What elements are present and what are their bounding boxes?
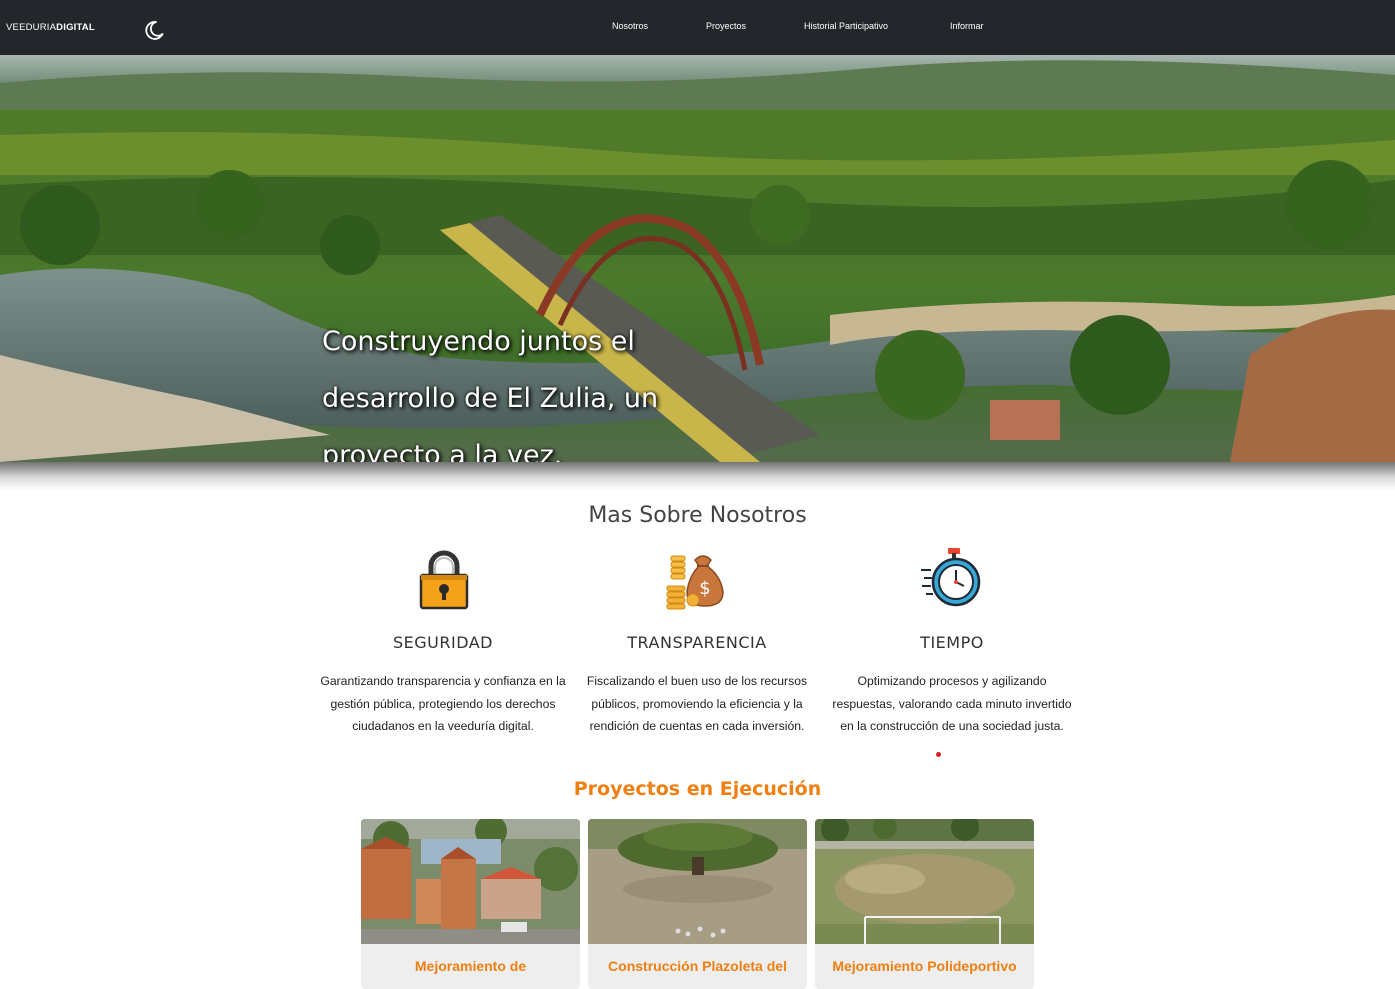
brand-text-light: VEEDURIA [6, 22, 57, 33]
project-card-1[interactable]: Mejoramiento de [361, 819, 580, 989]
top-navbar: VEEDURIADIGITAL Nosotros Proyectos Histo… [0, 0, 1395, 55]
moon-icon[interactable] [143, 19, 165, 41]
nav-link-informar[interactable]: Informar [950, 21, 984, 31]
feature-text: Garantizando transparencia y confianza e… [320, 674, 566, 733]
brand-logo[interactable]: VEEDURIADIGITAL [6, 22, 95, 33]
project-card-title: Mejoramiento Polideportivo [832, 958, 1017, 974]
project-image-plaza [588, 819, 807, 944]
svg-text:$: $ [699, 578, 710, 599]
feature-title: TIEMPO [920, 633, 984, 652]
project-card-title: Construcción Plazoleta del [608, 958, 787, 974]
padlock-icon [411, 546, 477, 612]
nav-link-historial-participativo[interactable]: Historial Participativo [804, 21, 888, 31]
feature-title: TRANSPARENCIA [627, 633, 767, 652]
project-image-church [361, 819, 580, 944]
stopwatch-icon [920, 546, 986, 612]
projects-section-title: Proyectos en Ejecución [573, 778, 822, 800]
hero-title: Construyendo juntos el desarrollo de El … [322, 326, 659, 462]
project-card-title: Mejoramiento de [414, 958, 527, 974]
feature-text: Fiscalizando el buen uso de los recursos… [586, 674, 808, 733]
hero-bottom-shadow [0, 462, 1395, 490]
project-card-2[interactable]: Construcción Plazoleta del [588, 819, 807, 989]
project-image-sports-field [815, 819, 1034, 944]
hero-banner: Construyendo juntos el desarrollo de El … [0, 55, 1395, 462]
carousel-indicator-dot[interactable] [936, 752, 941, 757]
about-section-title: Mas Sobre Nosotros [588, 503, 807, 528]
nav-link-proyectos[interactable]: Proyectos [706, 21, 746, 31]
feature-title: SEGURIDAD [392, 633, 493, 652]
brand-text-bold: DIGITAL [56, 22, 95, 33]
feature-text: Optimizando procesos y agilizando respue… [832, 674, 1072, 733]
money-bag-icon: $ [665, 546, 731, 612]
project-card-3[interactable]: Mejoramiento Polideportivo [815, 819, 1034, 989]
nav-link-nosotros[interactable]: Nosotros [612, 21, 648, 31]
hero-landscape-image [0, 55, 1395, 462]
